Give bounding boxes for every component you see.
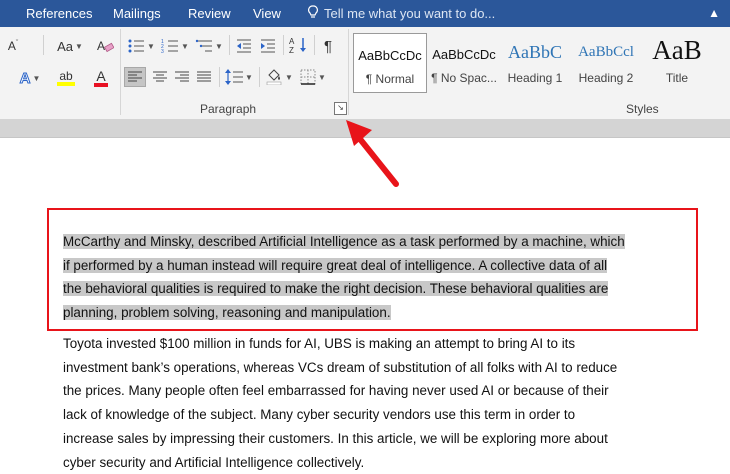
align-center-button[interactable] [149,67,171,87]
chevron-down-icon: ▼ [318,72,326,82]
svg-text:A: A [289,37,295,46]
font-color-swatch [94,83,108,87]
chevron-down-icon: ▼ [74,41,83,51]
svg-text:3: 3 [161,49,164,54]
sort-button[interactable]: A Z [287,35,311,55]
chevron-down-icon: ▼ [215,41,223,51]
annotation-arrow-icon [346,120,399,187]
tab-references[interactable]: References [26,6,92,21]
align-left-icon [128,71,142,82]
chevron-down-icon: ▼ [32,73,41,83]
style-no-spacing[interactable]: AaBbCcDc ¶ No Spac... [428,33,500,91]
show-formatting-button[interactable]: ¶ [318,36,338,56]
borders-icon [300,69,316,85]
borders-button[interactable]: ▼ [298,67,328,87]
numbering-button[interactable]: 123 ▼ [160,36,190,56]
decrease-indent-button[interactable] [234,36,254,56]
multilevel-list-icon [195,39,213,52]
eraser-icon: A [97,39,114,53]
annotation-highlight-box [47,208,698,331]
chevron-down-icon: ▼ [181,41,189,51]
ribbon-tab-bar: References Mailings Review View Tell me … [0,0,730,27]
align-left-button[interactable] [124,67,146,87]
shading-button[interactable]: ▼ [264,67,294,87]
chevron-up-icon[interactable]: ▲ [708,6,720,20]
increase-indent-icon [261,39,275,53]
text-line: increase sales by impressing their custo… [63,430,608,446]
tell-me-search[interactable]: Tell me what you want to do... [324,6,495,21]
bullets-button[interactable]: ▼ [126,36,156,56]
ribbon-home: Aˇ Aa ▼ A A ▼ ab A ▼ 123 ▼ ▼ A Z ¶ ▼ ▼ ▼… [0,27,730,120]
increase-indent-button[interactable] [258,36,278,56]
text-line: the prices. Many people often feel embar… [63,383,609,399]
tab-review[interactable]: Review [188,6,231,21]
chevron-down-icon: ▼ [285,72,293,82]
font-color-button[interactable]: A [86,68,116,88]
align-right-button[interactable] [171,67,193,87]
lightbulb-icon [308,5,318,18]
highlighter-icon: ab [59,69,73,83]
text-line: Toyota invested $100 million in funds fo… [63,336,576,351]
shrink-font-button[interactable]: Aˇ [4,36,22,56]
svg-text:A: A [97,39,105,53]
justify-icon [197,71,211,82]
align-center-icon [153,71,167,82]
styles-group-label: Styles [626,102,659,116]
svg-text:Z: Z [289,46,294,54]
decrease-indent-icon [237,39,251,53]
multilevel-list-button[interactable]: ▼ [194,36,224,56]
paint-bucket-icon [266,69,282,85]
line-spacing-button[interactable]: ▼ [224,67,254,87]
text-line: lack of knowledge of the subject. Many c… [63,407,576,423]
style-heading-1[interactable]: AaBbC Heading 1 [499,33,571,91]
chevron-down-icon: ▼ [147,41,155,51]
highlight-swatch [57,82,75,86]
tab-mailings[interactable]: Mailings [113,6,161,21]
highlight-color-button[interactable]: ab [50,68,82,88]
chevron-down-icon: ▼ [245,72,253,82]
style-heading-2[interactable]: AaBbCcl Heading 2 [570,33,642,91]
paragraph-group-label: Paragraph [200,102,257,116]
tab-view[interactable]: View [253,6,281,21]
align-right-icon [175,71,189,82]
text-effects-icon: A [19,69,31,87]
line-spacing-icon [225,69,244,85]
bullet-list-icon [128,39,145,53]
clear-formatting-button[interactable]: A [95,36,115,56]
text-effects-button[interactable]: A ▼ [16,68,44,88]
text-line: investment bank’s operations, whereas VC… [63,359,618,375]
style-normal[interactable]: AaBbCcDc ¶ Normal [353,33,427,93]
numbered-list-icon: 123 [161,39,179,54]
pilcrow-icon: ¶ [323,37,333,55]
body-paragraph[interactable]: Toyota invested $100 million in funds fo… [63,332,693,474]
justify-button[interactable] [193,67,215,87]
change-case-button[interactable]: Aa ▼ [55,36,85,56]
style-title[interactable]: AaB Title [641,33,713,91]
shrink-font-icon: Aˇ [7,39,19,53]
sort-icon: A Z [289,37,306,54]
